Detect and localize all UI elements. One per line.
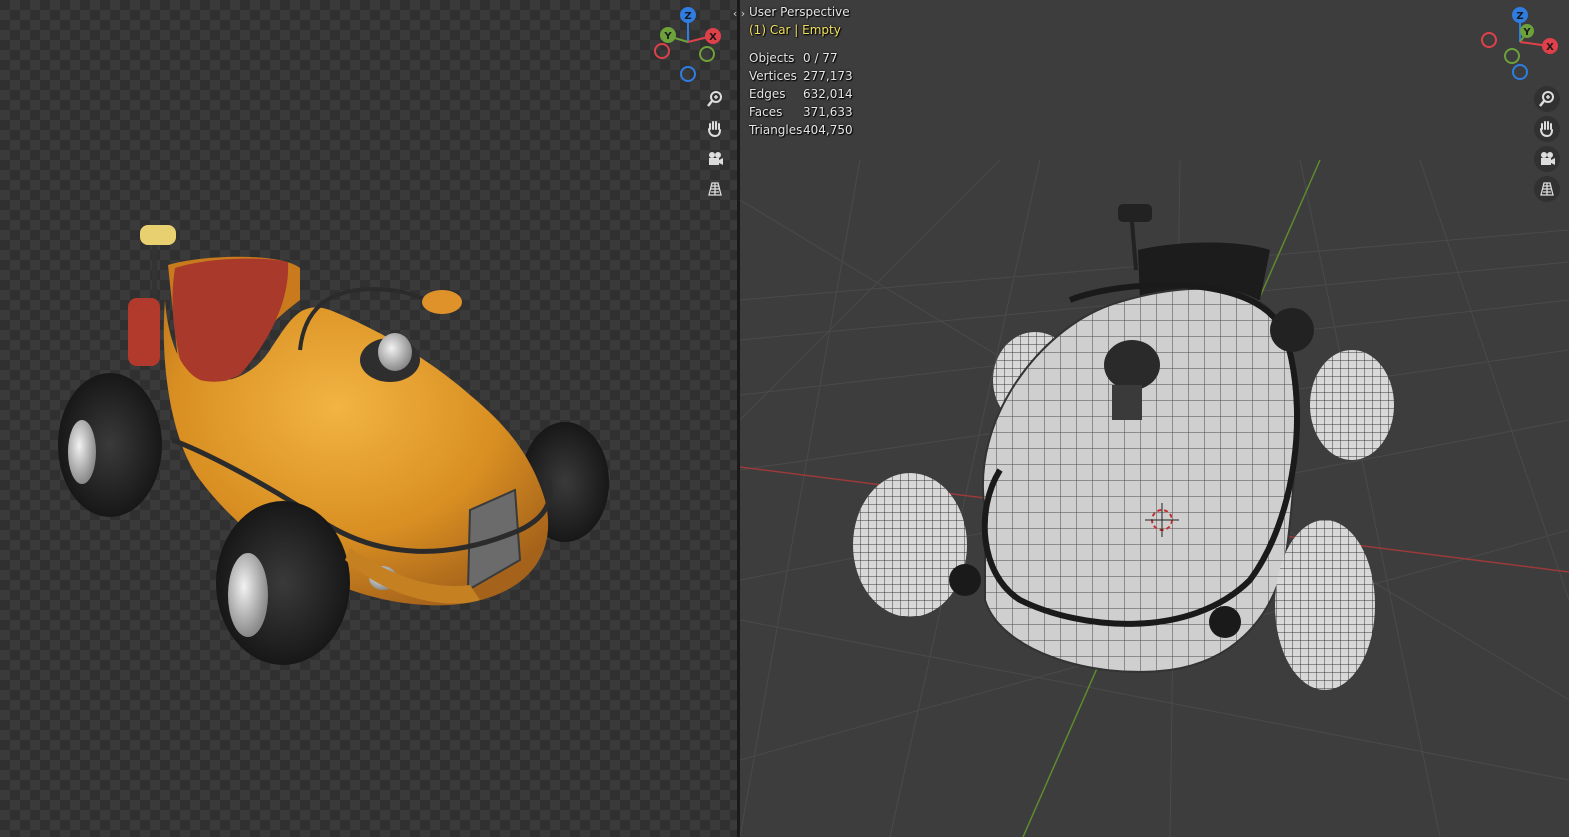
stat-row-faces: Faces 371,633 [749, 103, 853, 121]
stat-value: 371,633 [803, 105, 853, 119]
stat-value: 404,750 [803, 123, 853, 137]
stat-row-edges: Edges 632,014 [749, 85, 853, 103]
stat-row-vertices: Vertices 277,173 [749, 67, 853, 85]
camera-icon[interactable] [702, 146, 728, 172]
axis-y-label: Y [663, 31, 672, 42]
active-object-info: (1) Car | Empty [749, 23, 841, 37]
car-wireframe [853, 204, 1394, 690]
grid-icon[interactable] [702, 176, 728, 202]
split-arrows-icon[interactable]: ‹ › [730, 6, 748, 22]
axis-neg-x-handle[interactable] [654, 43, 670, 59]
axis-neg-y-handle[interactable] [1504, 48, 1520, 64]
viewport-info-overlay: User Perspective (1) Car | Empty Objects… [749, 3, 853, 139]
axis-x-label: X [1546, 42, 1554, 53]
stat-row-triangles: Triangles 404,750 [749, 121, 853, 139]
hand-icon[interactable] [702, 116, 728, 142]
grid-icon[interactable] [1534, 176, 1560, 202]
scene-statistics: Objects 0 / 77 Vertices 277,173 Edges 63… [749, 49, 853, 139]
material-preview-viewport[interactable]: Z Y X [0, 0, 737, 837]
axis-z-label: Z [684, 11, 691, 22]
stat-label: Edges [749, 87, 786, 101]
stat-value: 277,173 [803, 69, 853, 83]
stat-label: Vertices [749, 69, 797, 83]
stat-row-objects: Objects 0 / 77 [749, 49, 853, 67]
zoom-icon[interactable] [702, 86, 728, 112]
hand-icon[interactable] [1534, 116, 1560, 142]
navigation-tools [1534, 86, 1560, 206]
stat-label: Objects [749, 51, 795, 65]
axis-neg-z-handle[interactable] [680, 66, 696, 82]
view-name: User Perspective [749, 5, 850, 19]
axis-z-label: Z [1516, 11, 1523, 22]
stat-label: Triangles [749, 123, 803, 137]
axis-neg-x-handle[interactable] [1481, 32, 1497, 48]
zoom-icon[interactable] [1534, 86, 1560, 112]
camera-icon[interactable] [1534, 146, 1560, 172]
axis-y-label: Y [1522, 27, 1531, 38]
axis-neg-y-handle[interactable] [699, 46, 715, 62]
axis-x-label: X [709, 32, 717, 43]
solid-wireframe-viewport[interactable]: User Perspective (1) Car | Empty Objects… [740, 0, 1569, 837]
stat-value: 632,014 [803, 87, 853, 101]
axis-neg-z-handle[interactable] [1512, 64, 1528, 80]
stat-value: 0 / 77 [803, 51, 838, 65]
stat-label: Faces [749, 105, 783, 119]
navigation-tools [702, 86, 728, 206]
axis-gizmo[interactable]: Z Y X [648, 4, 728, 84]
car-render [58, 225, 609, 665]
axis-gizmo[interactable]: Z Y X [1480, 4, 1560, 84]
